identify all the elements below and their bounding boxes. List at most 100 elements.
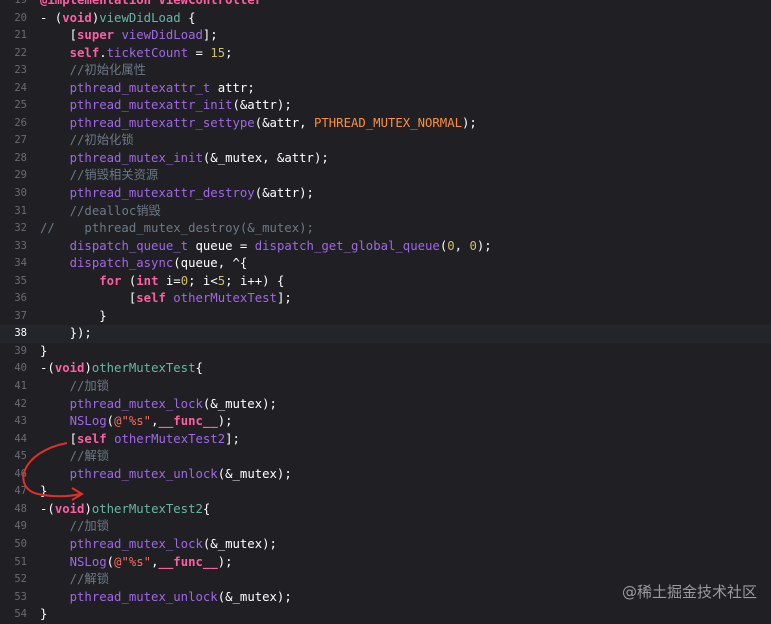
code-token: [	[40, 28, 78, 43]
code-text: -(void)otherMutexTest2{	[40, 501, 210, 519]
code-line[interactable]: 39}	[0, 343, 771, 361]
code-line[interactable]: 20 - (void)viewDidLoad {	[0, 10, 771, 28]
line-number: 47	[14, 485, 27, 498]
code-text: //解锁	[40, 571, 109, 589]
code-line[interactable]: 28 pthread_mutex_init(&_mutex, &attr);	[0, 150, 771, 168]
code-line[interactable]: 25 pthread_mutexattr_init(&attr);	[0, 97, 771, 115]
code-token: });	[40, 326, 92, 341]
line-number: 30	[14, 187, 27, 200]
line-number: 43	[14, 415, 27, 428]
code-token: //加锁	[69, 519, 110, 534]
code-token: pthread_mutex_init	[69, 150, 203, 165]
code-line[interactable]: 37 }	[0, 308, 771, 326]
code-token: ; i<	[188, 273, 218, 288]
code-token: pthread_mutexattr_destroy	[69, 186, 255, 201]
code-token: //加锁	[69, 379, 110, 394]
code-line[interactable]: 45 //解锁	[0, 448, 771, 466]
code-text: //加锁	[40, 378, 109, 396]
code-token: dispatch_async	[69, 256, 174, 271]
code-token: )	[84, 361, 92, 376]
line-number: 36	[14, 292, 27, 305]
code-line[interactable]: 41 //加锁	[0, 378, 771, 396]
line-number: 53	[14, 590, 27, 603]
line-number: 39	[14, 344, 27, 357]
line-number: 29	[14, 169, 27, 182]
code-line[interactable]: 33 dispatch_queue_t queue = dispatch_get…	[0, 238, 771, 256]
code-token: //初始化属性	[69, 63, 146, 78]
code-text: // pthread_mutex_destroy(&_mutex);	[40, 220, 314, 238]
code-text: [self otherMutexTest2];	[40, 431, 240, 449]
code-line[interactable]: 42 pthread_mutex_lock(&_mutex);	[0, 396, 771, 414]
code-token: pthread_mutex_unlock	[69, 589, 218, 604]
code-text: //解锁	[40, 448, 109, 466]
code-line[interactable]: 21 [super viewDidLoad];	[0, 27, 771, 45]
code-line[interactable]: 26 pthread_mutexattr_settype(&attr, PTHR…	[0, 115, 771, 133]
line-number: 41	[14, 380, 27, 393]
code-token: );	[476, 238, 492, 253]
code-token: {	[195, 361, 203, 376]
code-line[interactable]: 36 [self otherMutexTest];	[0, 290, 771, 308]
code-line[interactable]: 44 [self otherMutexTest2];	[0, 431, 771, 449]
code-token: void	[54, 501, 85, 516]
code-line[interactable]: 50 pthread_mutex_lock(&_mutex);	[0, 536, 771, 554]
code-line[interactable]: 31 //dealloc销毁	[0, 203, 771, 221]
code-line[interactable]: 38 });	[0, 325, 771, 343]
code-line[interactable]: 23 //初始化属性	[0, 62, 771, 80]
code-text: pthread_mutex_init(&_mutex, &attr);	[40, 150, 329, 168]
code-line[interactable]: 22 self.ticketCount = 15;	[0, 45, 771, 63]
code-token: @"%s"	[114, 414, 152, 429]
code-line[interactable]: 29 //销毁相关资源	[0, 167, 771, 185]
code-line[interactable]: 30 pthread_mutexattr_destroy(&attr);	[0, 185, 771, 203]
code-text: NSLog(@"%s",__func__);	[40, 413, 233, 431]
line-number: 52	[14, 573, 27, 586]
code-line[interactable]: 40 -(void)otherMutexTest{	[0, 360, 771, 378]
code-line[interactable]: 27 //初始化锁	[0, 132, 771, 150]
code-line[interactable]: 32 // pthread_mutex_destroy(&_mutex);	[0, 220, 771, 238]
code-text: });	[40, 325, 92, 343]
code-token: otherMutexTest2	[91, 501, 203, 516]
code-line[interactable]: 43 NSLog(@"%s",__func__);	[0, 413, 771, 431]
code-token: ];	[276, 291, 292, 306]
code-token: i=	[158, 273, 181, 288]
code-line[interactable]: 35 for (int i=0; i<5; i++) {	[0, 273, 771, 291]
code-text: }	[40, 483, 47, 501]
line-number: 35	[14, 274, 27, 287]
code-text: self.ticketCount = 15;	[40, 45, 233, 63]
code-token: dispatch_queue_t	[69, 238, 189, 253]
code-token: self	[136, 291, 166, 306]
code-line[interactable]: 51 NSLog(@"%s",__func__);	[0, 554, 771, 572]
code-line[interactable]: 34 dispatch_async(queue, ^{	[0, 255, 771, 273]
code-token: {	[202, 501, 211, 516]
code-text: //初始化属性	[40, 62, 146, 80]
line-number: 28	[14, 151, 27, 164]
code-text: pthread_mutex_lock(&_mutex);	[40, 396, 277, 414]
code-token: pthread_mutex_unlock	[69, 466, 218, 481]
code-line[interactable]: 19 @implementation ViewController	[0, 0, 771, 10]
code-editor[interactable]: 19 @implementation ViewController 20- (voi…	[0, 0, 771, 624]
code-token: (&_mutex, &attr);	[202, 150, 329, 165]
code-line[interactable]: 49 //加锁	[0, 518, 771, 536]
line-number: 26	[14, 116, 27, 129]
code-line[interactable]: 54}	[0, 606, 771, 624]
code-token: (&_mutex);	[202, 536, 277, 551]
code-line[interactable]: 46 pthread_mutex_unlock(&_mutex);	[0, 466, 771, 484]
line-number: 45	[14, 450, 27, 463]
code-line[interactable]: 48 -(void)otherMutexTest2{	[0, 501, 771, 519]
code-token: (&attr,	[254, 115, 314, 130]
line-number: 31	[14, 204, 27, 217]
code-token: NSLog	[69, 414, 107, 429]
code-line[interactable]: 47}	[0, 483, 771, 501]
code-line[interactable]: 24 pthread_mutexattr_t attr;	[0, 80, 771, 98]
code-token: otherMutexTest2	[114, 431, 226, 446]
code-token: ];	[225, 431, 240, 446]
watermark: @稀土掘金技术社区	[621, 583, 757, 601]
code-text: //销毁相关资源	[40, 167, 159, 185]
code-token: pthread_mutexattr_settype	[69, 115, 255, 130]
